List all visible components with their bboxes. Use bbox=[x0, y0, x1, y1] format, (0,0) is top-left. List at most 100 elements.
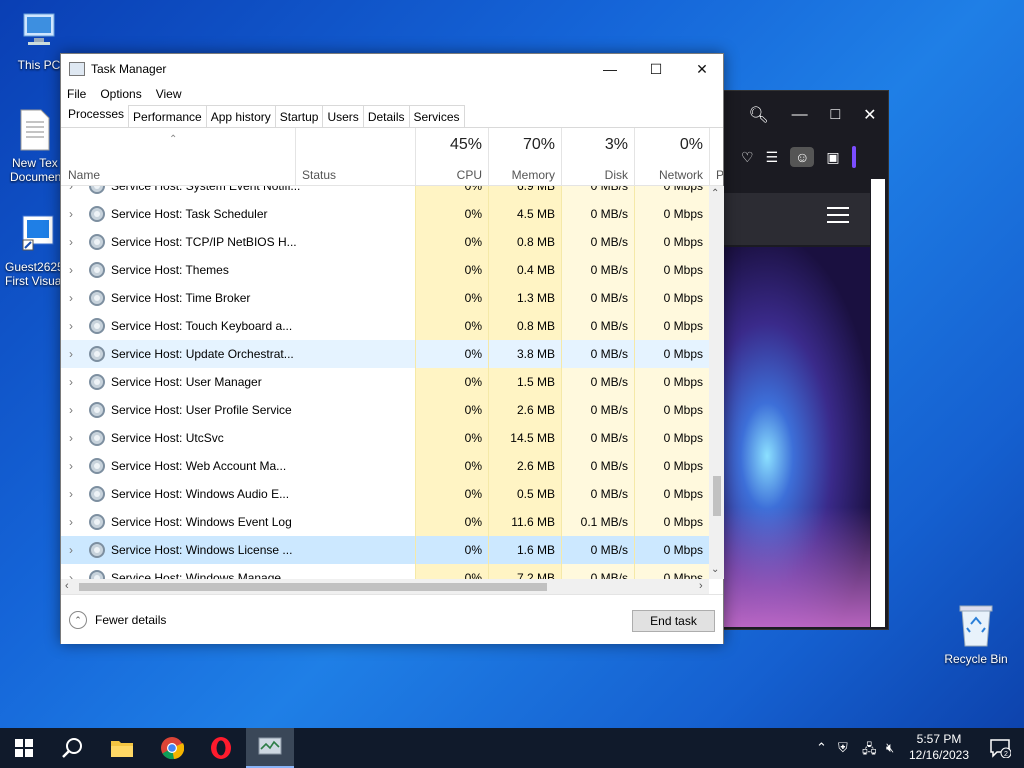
chevron-right-icon[interactable]: › bbox=[69, 487, 73, 501]
scroll-right-icon[interactable]: › bbox=[699, 580, 703, 592]
vertical-scrollbar[interactable]: ⌃ ⌄ bbox=[709, 186, 724, 579]
tab-services[interactable]: Services bbox=[408, 105, 465, 127]
column-network[interactable]: 0% Network bbox=[634, 128, 709, 186]
minimize-button[interactable]: — bbox=[587, 54, 633, 84]
table-row[interactable]: › Service Host: TCP/IP NetBIOS H... 0% 0.8 … bbox=[61, 228, 709, 256]
chevron-right-icon[interactable]: › bbox=[69, 319, 73, 333]
chevron-right-icon[interactable]: › bbox=[69, 186, 73, 193]
profile-icon[interactable]: ☺ bbox=[790, 147, 815, 167]
recycle-bin-icon[interactable]: Recycle Bin bbox=[940, 600, 1012, 666]
chrome-icon[interactable] bbox=[148, 728, 196, 768]
table-row[interactable]: › Service Host: Touch Keyboard a... 0% 0.8 … bbox=[61, 312, 709, 340]
background-browser-window[interactable]: 🔍︎ — □ ✕ ♡ ☰ ☺ ▣ bbox=[722, 90, 889, 630]
table-row[interactable]: › Service Host: Windows License ... 0% 1.6 … bbox=[61, 536, 709, 564]
process-name: Service Host: User Manager bbox=[111, 375, 262, 389]
maximize-button[interactable]: ☐ bbox=[633, 54, 679, 84]
column-name[interactable]: Name bbox=[68, 168, 100, 182]
chevron-right-icon[interactable]: › bbox=[69, 515, 73, 529]
menu-options[interactable]: Options bbox=[100, 87, 141, 101]
chevron-right-icon[interactable]: › bbox=[69, 375, 73, 389]
guest-shortcut-icon[interactable]: Guest2625 First Visua bbox=[0, 214, 64, 288]
chevron-right-icon[interactable]: › bbox=[69, 459, 73, 473]
table-row[interactable]: › Service Host: Task Scheduler 0% 4.5 MB 0 M… bbox=[61, 200, 709, 228]
scroll-left-icon[interactable]: ‹ bbox=[65, 580, 69, 592]
end-task-button[interactable]: End task bbox=[632, 610, 715, 632]
table-row[interactable]: › Service Host: Web Account Ma... 0% 2.6 MB… bbox=[61, 452, 709, 480]
tab-startup[interactable]: Startup bbox=[274, 105, 324, 127]
chevron-right-icon[interactable]: › bbox=[69, 207, 73, 221]
table-row[interactable]: › Service Host: Themes 0% 0.4 MB 0 MB/s 0 Mbp… bbox=[61, 256, 709, 284]
table-row[interactable]: › Service Host: System Event Notifi... 0% 6… bbox=[61, 186, 709, 200]
table-row[interactable]: › Service Host: User Manager 0% 1.5 MB 0 MB/… bbox=[61, 368, 709, 396]
column-cpu[interactable]: 45% CPU bbox=[415, 128, 488, 186]
task-manager-icon[interactable] bbox=[246, 728, 294, 768]
chevron-right-icon[interactable]: › bbox=[69, 291, 73, 305]
table-row[interactable]: › Service Host: Time Broker 0% 1.3 MB 0 MB/s… bbox=[61, 284, 709, 312]
table-row[interactable]: › Service Host: Windows Manage... 0% 7.2 MB… bbox=[61, 564, 709, 579]
chevron-right-icon[interactable]: › bbox=[69, 431, 73, 445]
horizontal-scrollbar[interactable]: ‹ › bbox=[61, 579, 709, 594]
table-row[interactable]: › Service Host: Windows Event Log 0% 11.6 M… bbox=[61, 508, 709, 536]
column-status[interactable]: Status bbox=[295, 128, 415, 186]
title-bar[interactable]: Task Manager — ☐ ✕ bbox=[61, 54, 723, 84]
show-hidden-icons-icon[interactable]: ⌃ bbox=[816, 740, 827, 756]
chevron-right-icon[interactable]: › bbox=[69, 571, 73, 579]
browser-maximize-icon[interactable]: □ bbox=[831, 106, 841, 124]
cpu-value: 0% bbox=[415, 396, 488, 424]
disk-value: 0 MB/s bbox=[561, 536, 634, 564]
table-row[interactable]: › Service Host: User Profile Service 0% 2.6… bbox=[61, 396, 709, 424]
browser-page-header bbox=[723, 193, 870, 245]
file-explorer-icon[interactable] bbox=[98, 728, 146, 768]
column-power[interactable]: P bbox=[709, 128, 723, 186]
table-row[interactable]: › Service Host: UtcSvc 0% 14.5 MB 0 MB/s 0 Mb… bbox=[61, 424, 709, 452]
volume-muted-icon[interactable]: 🔇︎ bbox=[886, 740, 894, 756]
tab-app-history[interactable]: App history bbox=[205, 105, 276, 127]
task-manager-window[interactable]: Task Manager — ☐ ✕ File Options View Pro… bbox=[60, 53, 724, 644]
search-icon[interactable] bbox=[48, 728, 96, 768]
memory-value: 1.5 MB bbox=[488, 368, 561, 396]
horizontal-scroll-thumb[interactable] bbox=[79, 583, 547, 591]
opera-icon[interactable] bbox=[197, 728, 245, 768]
clock[interactable]: 5:57 PM 12/16/2023 bbox=[904, 731, 974, 763]
heart-icon[interactable]: ♡ bbox=[741, 149, 754, 166]
sliders-icon[interactable]: ☰ bbox=[766, 149, 779, 166]
tab-users[interactable]: Users bbox=[322, 105, 364, 127]
notification-center-icon[interactable]: 2 bbox=[976, 728, 1024, 768]
menu-view[interactable]: View bbox=[156, 87, 182, 101]
browser-scrollbar[interactable] bbox=[871, 179, 885, 627]
guest-shortcut-label-2: First Visua bbox=[5, 274, 62, 288]
menu-file[interactable]: File bbox=[67, 87, 86, 101]
browser-minimize-icon[interactable]: — bbox=[792, 106, 808, 124]
tab-details[interactable]: Details bbox=[362, 105, 410, 127]
tab-bar: Processes Performance App history Startu… bbox=[61, 103, 723, 128]
gear-icon bbox=[89, 346, 105, 362]
browser-search-icon[interactable]: 🔍︎ bbox=[748, 105, 768, 125]
chevron-right-icon[interactable]: › bbox=[69, 403, 73, 417]
browser-close-icon[interactable]: ✕ bbox=[863, 105, 876, 125]
scroll-down-icon[interactable]: ⌄ bbox=[711, 564, 719, 575]
column-memory[interactable]: 70% Memory bbox=[488, 128, 561, 186]
memory-value: 2.6 MB bbox=[488, 452, 561, 480]
security-icon[interactable]: ⛨ bbox=[838, 740, 848, 756]
scroll-up-icon[interactable]: ⌃ bbox=[711, 188, 719, 199]
vertical-scroll-thumb[interactable] bbox=[713, 476, 721, 516]
close-button[interactable]: ✕ bbox=[679, 54, 725, 84]
chevron-right-icon[interactable]: › bbox=[69, 347, 73, 361]
fewer-details-button[interactable]: ⌃ Fewer details bbox=[69, 611, 166, 629]
memory-value: 14.5 MB bbox=[488, 424, 561, 452]
hamburger-menu-icon[interactable] bbox=[827, 207, 849, 223]
box-icon[interactable]: ▣ bbox=[826, 149, 839, 166]
disk-value: 0 MB/s bbox=[561, 480, 634, 508]
disk-label: Disk bbox=[604, 168, 628, 182]
table-row[interactable]: › Service Host: Update Orchestrat... 0% 3.8… bbox=[61, 340, 709, 368]
chevron-right-icon[interactable]: › bbox=[69, 263, 73, 277]
tab-processes[interactable]: Processes bbox=[63, 103, 130, 127]
chevron-right-icon[interactable]: › bbox=[69, 235, 73, 249]
tab-performance[interactable]: Performance bbox=[128, 105, 207, 127]
network-icon[interactable]: 🖧︎ bbox=[862, 740, 877, 762]
column-disk[interactable]: 3% Disk bbox=[561, 128, 634, 186]
start-icon[interactable] bbox=[0, 728, 48, 768]
chevron-right-icon[interactable]: › bbox=[69, 543, 73, 557]
table-row[interactable]: › Service Host: Windows Audio E... 0% 0.5 M… bbox=[61, 480, 709, 508]
gear-icon bbox=[89, 234, 105, 250]
